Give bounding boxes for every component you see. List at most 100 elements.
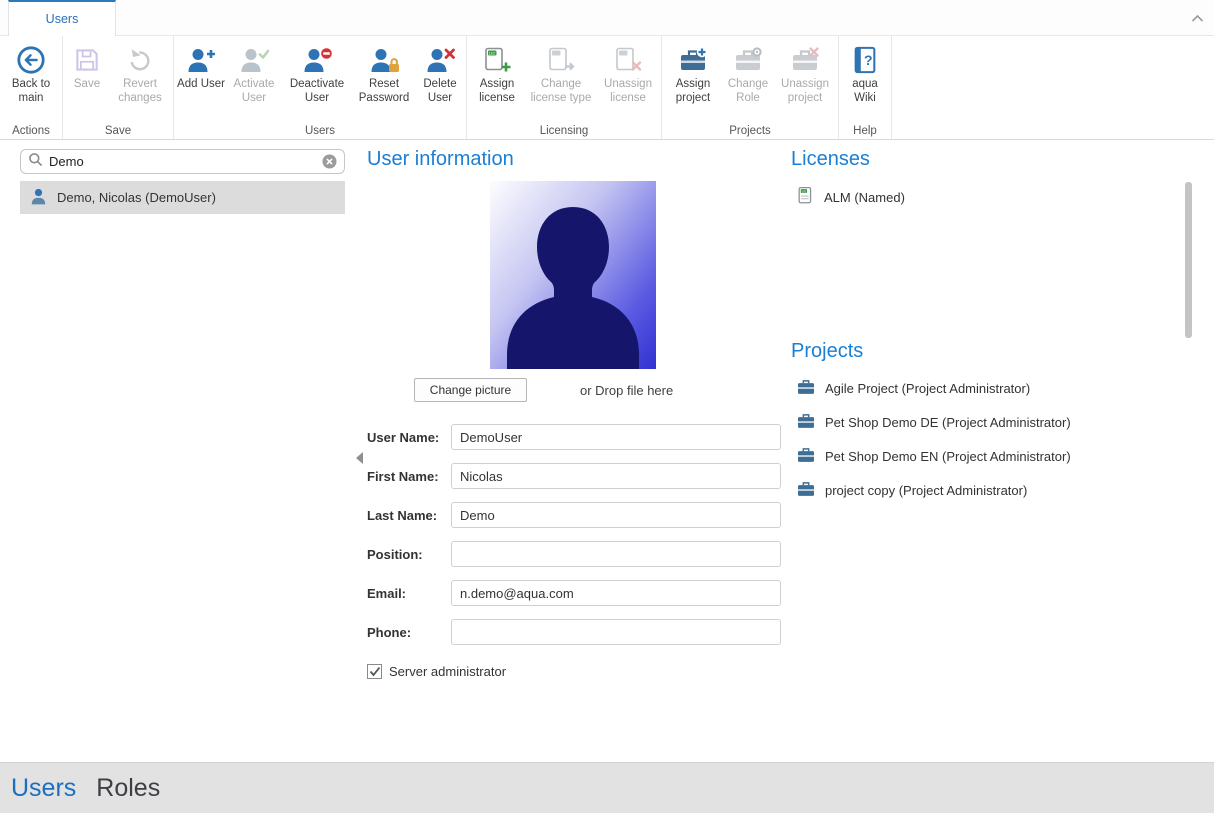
- bottom-tab-bar: Users Roles: [0, 762, 1214, 813]
- search-icon: [28, 152, 43, 172]
- project-item-label: Pet Shop Demo DE (Project Administrator): [825, 415, 1071, 430]
- add-user-label: Add User: [177, 78, 225, 92]
- svg-text:?: ?: [864, 52, 873, 68]
- project-item[interactable]: project copy (Project Administrator): [796, 480, 1071, 500]
- assign-project-label: Assign project: [664, 78, 722, 105]
- aqua-wiki-button[interactable]: ? aqua Wiki: [841, 39, 889, 105]
- server-administrator-label: Server administrator: [389, 664, 506, 679]
- wiki-icon: ?: [851, 42, 879, 78]
- project-list: Agile Project (Project Administrator) Pe…: [796, 378, 1071, 514]
- user-information-title: User information: [367, 148, 514, 171]
- ribbon-group-licensing-label: Licensing: [467, 125, 661, 137]
- collapse-ribbon-icon[interactable]: [1191, 10, 1204, 28]
- user-name-label: User Name:: [367, 430, 451, 445]
- position-field[interactable]: [451, 541, 781, 567]
- assign-license-icon: LIC: [482, 42, 512, 78]
- activate-user-button[interactable]: Activate User: [226, 39, 282, 105]
- deactivate-user-button[interactable]: Deactivate User: [282, 39, 352, 105]
- add-user-icon: [186, 42, 216, 78]
- vertical-scrollbar[interactable]: [1185, 182, 1192, 338]
- license-item-label: ALM (Named): [824, 190, 905, 205]
- phone-field[interactable]: [451, 619, 781, 645]
- delete-user-icon: [425, 42, 455, 78]
- revert-changes-button[interactable]: Revert changes: [109, 39, 171, 105]
- first-name-field[interactable]: [451, 463, 781, 489]
- revert-icon: [126, 42, 154, 78]
- change-license-icon: [546, 42, 576, 78]
- change-role-icon: [733, 42, 763, 78]
- form-row-user-name: User Name:: [367, 424, 781, 450]
- assign-license-button[interactable]: LIC Assign license: [469, 39, 525, 105]
- email-field[interactable]: [451, 580, 781, 606]
- save-button[interactable]: Save: [65, 39, 109, 92]
- form-row-position: Position:: [367, 541, 781, 567]
- user-name-field[interactable]: [451, 424, 781, 450]
- change-role-button[interactable]: Change Role: [722, 39, 774, 105]
- project-item[interactable]: Agile Project (Project Administrator): [796, 378, 1071, 398]
- phone-label: Phone:: [367, 625, 451, 640]
- license-icon: LIC: [796, 186, 815, 208]
- add-user-button[interactable]: Add User: [176, 39, 226, 92]
- email-label: Email:: [367, 586, 451, 601]
- projects-title: Projects: [791, 340, 863, 363]
- ribbon-group-actions-label: Actions: [0, 125, 62, 137]
- ribbon-group-projects: Assign project Change Role Unassign proj…: [662, 36, 839, 139]
- change-license-type-button[interactable]: Change license type: [525, 39, 597, 105]
- project-item[interactable]: Pet Shop Demo DE (Project Administrator): [796, 412, 1071, 432]
- position-label: Position:: [367, 547, 451, 562]
- user-information-panel: User information Change picture or Drop …: [356, 140, 791, 762]
- form-row-last-name: Last Name:: [367, 502, 781, 528]
- server-administrator-checkbox[interactable]: [367, 664, 382, 679]
- user-form: User Name: First Name: Last Name: Positi…: [367, 424, 781, 658]
- unassign-license-button[interactable]: Unassign license: [597, 39, 659, 105]
- search-box[interactable]: [20, 149, 345, 174]
- reset-password-icon: [369, 42, 399, 78]
- project-item[interactable]: Pet Shop Demo EN (Project Administrator): [796, 446, 1071, 466]
- clear-search-icon[interactable]: [322, 154, 337, 169]
- ribbon-group-save-label: Save: [63, 125, 173, 137]
- activate-user-label: Activate User: [226, 78, 282, 105]
- save-icon: [73, 42, 101, 78]
- search-input[interactable]: [49, 154, 316, 169]
- svg-text:LIC: LIC: [489, 51, 495, 56]
- tab-users[interactable]: Users: [8, 0, 116, 36]
- assign-project-icon: [678, 42, 708, 78]
- back-icon: [16, 42, 46, 78]
- bottom-tab-roles[interactable]: Roles: [96, 774, 160, 803]
- tab-users-label: Users: [46, 12, 79, 26]
- project-item-label: Pet Shop Demo EN (Project Administrator): [825, 449, 1071, 464]
- briefcase-icon: [796, 377, 816, 399]
- last-name-label: Last Name:: [367, 508, 451, 523]
- change-role-label: Change Role: [722, 78, 774, 105]
- user-list-item[interactable]: Demo, Nicolas (DemoUser): [20, 181, 345, 214]
- aqua-wiki-label: aqua Wiki: [841, 78, 889, 105]
- form-row-email: Email:: [367, 580, 781, 606]
- assign-project-button[interactable]: Assign project: [664, 39, 722, 105]
- project-item-label: project copy (Project Administrator): [825, 483, 1027, 498]
- svg-text:LIC: LIC: [802, 189, 807, 193]
- form-row-phone: Phone:: [367, 619, 781, 645]
- unassign-project-label: Unassign project: [774, 78, 836, 105]
- reset-password-label: Reset Password: [352, 78, 416, 105]
- check-icon: [369, 666, 381, 677]
- unassign-project-button[interactable]: Unassign project: [774, 39, 836, 105]
- change-picture-button[interactable]: Change picture: [414, 378, 527, 402]
- assign-license-label: Assign license: [469, 78, 525, 105]
- license-item[interactable]: LIC ALM (Named): [796, 186, 905, 208]
- back-to-main-button[interactable]: Back to main: [2, 39, 60, 105]
- drop-file-hint: or Drop file here: [580, 383, 673, 398]
- change-license-type-label: Change license type: [525, 78, 597, 105]
- briefcase-icon: [796, 445, 816, 467]
- activate-user-icon: [239, 42, 269, 78]
- reset-password-button[interactable]: Reset Password: [352, 39, 416, 105]
- ribbon-group-users: Add User Activate User Deactivate User R…: [174, 36, 467, 139]
- avatar-silhouette: [490, 181, 656, 369]
- bottom-tab-users[interactable]: Users: [11, 774, 76, 803]
- last-name-field[interactable]: [451, 502, 781, 528]
- ribbon-group-actions: Back to main Actions: [0, 36, 63, 139]
- delete-user-button[interactable]: Delete User: [416, 39, 464, 105]
- unassign-project-icon: [790, 42, 820, 78]
- ribbon-group-help: ? aqua Wiki Help: [839, 36, 892, 139]
- server-administrator-row: Server administrator: [367, 664, 506, 679]
- ribbon-group-licensing: LIC Assign license Change license type U…: [467, 36, 662, 139]
